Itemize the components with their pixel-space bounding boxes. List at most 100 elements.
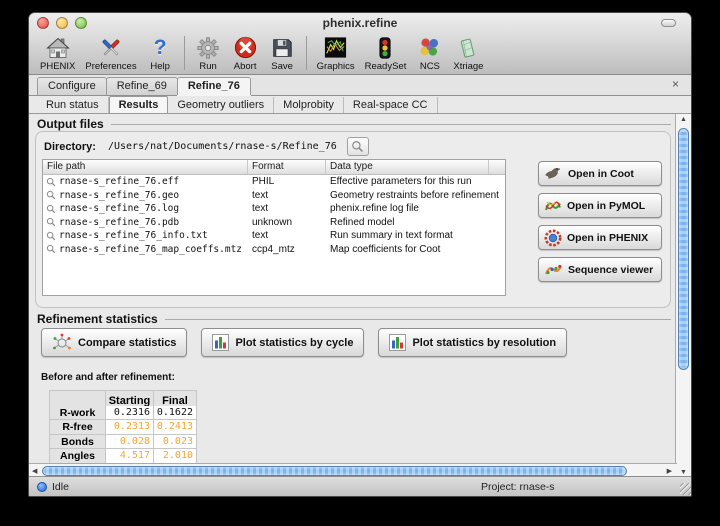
file-data-type: Refined model (326, 217, 505, 228)
toolbar-help-button[interactable]: ? Help (142, 34, 179, 72)
window-chrome: phenix.refine PHENIX Preferences ? Help (29, 13, 691, 75)
browse-directory-button[interactable] (347, 137, 369, 156)
file-row[interactable]: rnase-s_refine_76_map_coeffs.mtz ccp4_mt… (43, 243, 505, 257)
toolbar-item-label: Xtriage (453, 61, 483, 72)
file-row[interactable]: rnase-s_refine_76.log text phenix.refine… (43, 202, 505, 216)
title-bar: phenix.refine (29, 13, 691, 33)
close-window-button[interactable] (37, 17, 49, 29)
save-icon (269, 34, 296, 61)
toolbar-item-label: ReadySet (365, 61, 407, 72)
bar-chart-icon (212, 334, 229, 351)
sequence-viewer-button[interactable]: Sequence viewer (538, 257, 662, 282)
horizontal-scrollbar-thumb[interactable] (42, 466, 627, 476)
scroll-right-arrow-icon[interactable]: ▶ (667, 467, 672, 475)
scroll-left-arrow-icon[interactable]: ◀ (32, 467, 37, 475)
tab-configure[interactable]: Configure (37, 77, 107, 95)
subtab-real-space-cc[interactable]: Real-space CC (344, 97, 438, 113)
column-header-format[interactable]: Format (248, 160, 326, 174)
toolbar-abort-button[interactable]: Abort (227, 34, 264, 72)
toolbar: PHENIX Preferences ? Help Run (29, 33, 691, 75)
column-header-file-path[interactable]: File path (43, 160, 248, 174)
toolbar-item-label: PHENIX (40, 61, 75, 72)
tab-close-icon[interactable]: × (672, 78, 679, 90)
open-in-phenix-button[interactable]: Open in PHENIX (538, 225, 662, 250)
subtab-geometry-outliers[interactable]: Geometry outliers (168, 97, 274, 113)
file-path: rnase-s_refine_76.eff (59, 176, 179, 187)
subtab-run-status[interactable]: Run status (37, 97, 109, 113)
stats-value: 0.2316 (106, 406, 154, 421)
ncs-icon (416, 34, 443, 61)
file-row[interactable]: rnase-s_refine_76.pdb unknown Refined mo… (43, 216, 505, 230)
toolbar-ncs-button[interactable]: NCS (411, 34, 448, 72)
toolbar-item-label: Run (199, 61, 216, 72)
stats-value: 0.2413 (154, 420, 197, 435)
toolbar-run-button[interactable]: Run (190, 34, 227, 72)
open-in-coot-button[interactable]: Open in Coot (538, 161, 662, 186)
open-in-pymol-button[interactable]: Open in PyMOL (538, 193, 662, 218)
toolbar-save-button[interactable]: Save (264, 34, 301, 72)
resize-grip[interactable] (680, 483, 692, 495)
output-files-groupbox: Directory: /Users/nat/Documents/rnase-s/… (35, 131, 671, 308)
stats-value: 0.2313 (106, 420, 154, 435)
column-header-data-type[interactable]: Data type (326, 160, 489, 174)
toolbar-item-label: Preferences (85, 61, 136, 72)
toolbar-toggle-button[interactable] (661, 19, 676, 27)
scroll-up-arrow-icon[interactable]: ▲ (676, 116, 691, 123)
compare-graph-icon (52, 333, 72, 353)
file-format: text (248, 203, 326, 214)
tab-refine-76[interactable]: Refine_76 (177, 77, 251, 95)
file-row[interactable]: rnase-s_refine_76.geo text Geometry rest… (43, 189, 505, 203)
toolbar-preferences-button[interactable]: Preferences (80, 34, 141, 72)
toolbar-item-label: NCS (420, 61, 440, 72)
file-path: rnase-s_refine_76.pdb (59, 217, 179, 228)
magnifier-icon (46, 244, 56, 254)
toolbar-separator (306, 36, 307, 70)
toolbar-phenix-button[interactable]: PHENIX (35, 34, 80, 72)
xtriage-icon (455, 34, 482, 61)
magnifier-icon (351, 140, 364, 153)
file-data-type: Map coefficients for Coot (326, 244, 505, 255)
sequence-icon (544, 262, 563, 277)
file-data-type: Run summary in text format (326, 230, 505, 241)
directory-path: /Users/nat/Documents/rnase-s/Refine_76 (108, 141, 337, 152)
directory-row: Directory: /Users/nat/Documents/rnase-s/… (44, 137, 369, 156)
compare-statistics-button[interactable]: Compare statistics (41, 328, 187, 357)
toolbar-graphics-button[interactable]: Graphics (312, 34, 360, 72)
directory-label: Directory: (44, 141, 96, 153)
toolbar-item-label: Graphics (317, 61, 355, 72)
file-format: unknown (248, 217, 326, 228)
toolbar-xtriage-button[interactable]: Xtriage (448, 34, 488, 72)
results-sub-tab-bar: Run status Results Geometry outliers Mol… (29, 96, 691, 114)
coot-bird-icon (544, 166, 563, 181)
run-gear-icon (195, 34, 222, 61)
pymol-ribbon-icon (544, 198, 562, 214)
before-after-stats-table: Starting Final R-work 0.2316 0.1622 R-fr… (49, 390, 197, 463)
plot-statistics-by-cycle-button[interactable]: Plot statistics by cycle (201, 328, 364, 357)
abort-icon (232, 34, 259, 61)
toolbar-item-label: Save (271, 61, 293, 72)
minimize-window-button[interactable] (56, 17, 68, 29)
zoom-window-button[interactable] (75, 17, 87, 29)
magnifier-icon (46, 190, 56, 200)
file-row[interactable]: rnase-s_refine_76_info.txt text Run summ… (43, 229, 505, 243)
scroll-down-arrow-icon[interactable]: ▼ (676, 469, 691, 476)
readyset-traffic-light-icon (372, 34, 399, 61)
file-format: text (248, 190, 326, 201)
subtab-molprobity[interactable]: Molprobity (274, 97, 344, 113)
vertical-scrollbar[interactable]: ▲ ▼ (675, 114, 691, 478)
statistics-buttons: Compare statistics Plot statistics by cy… (41, 328, 581, 357)
file-format: ccp4_mtz (248, 244, 326, 255)
toolbar-readyset-button[interactable]: ReadySet (360, 34, 412, 72)
viewer-buttons: Open in Coot Open in PyMOL Open in PHENI… (538, 161, 662, 282)
toolbar-item-label: Abort (234, 61, 257, 72)
file-data-type: phenix.refine log file (326, 203, 505, 214)
help-icon: ? (147, 34, 174, 61)
file-row[interactable]: rnase-s_refine_76.eff PHIL Effective par… (43, 175, 505, 189)
subtab-results[interactable]: Results (109, 96, 169, 113)
plot-statistics-by-resolution-button[interactable]: Plot statistics by resolution (378, 328, 567, 357)
column-header-spacer (489, 160, 505, 174)
tab-refine-69[interactable]: Refine_69 (106, 77, 178, 95)
heading-rule (111, 124, 671, 125)
status-text: Idle (52, 481, 69, 493)
vertical-scrollbar-thumb[interactable] (678, 128, 689, 370)
